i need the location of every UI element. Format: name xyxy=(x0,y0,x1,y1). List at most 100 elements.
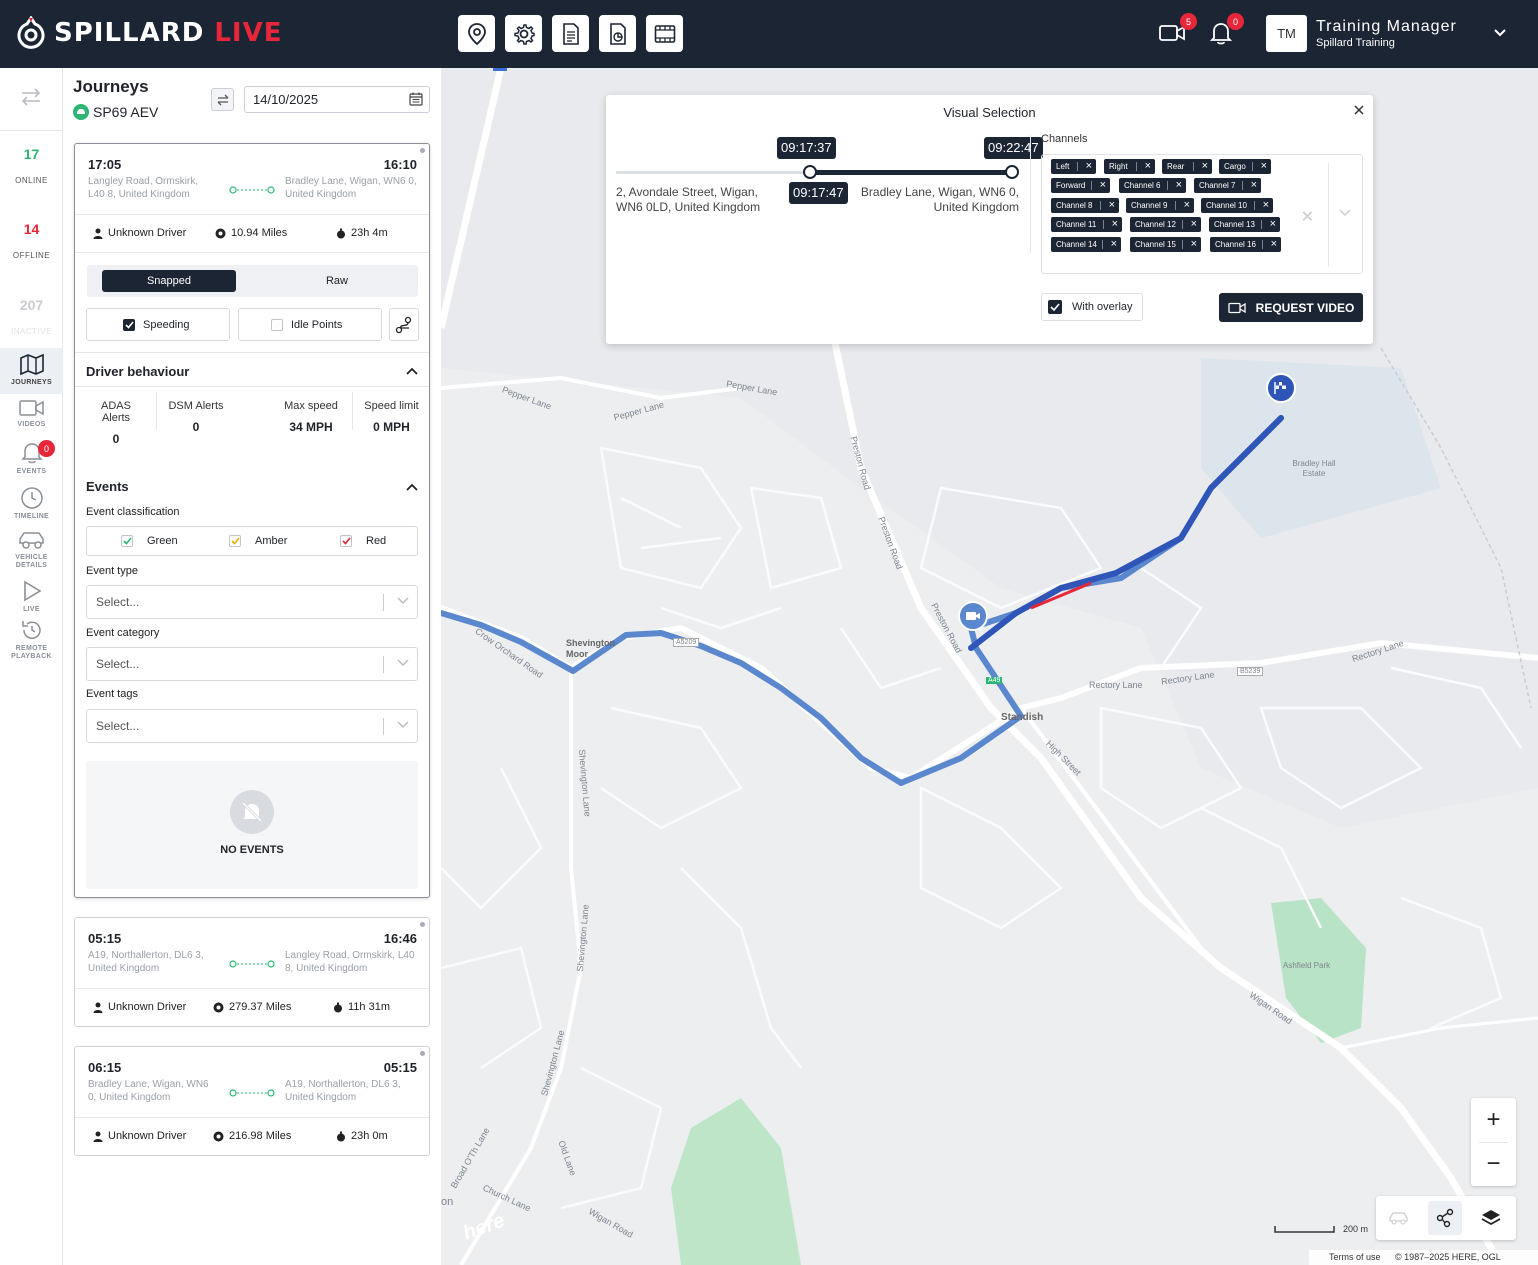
nav-live[interactable]: LIVE xyxy=(0,579,63,617)
raw-tab[interactable]: Raw xyxy=(270,270,404,292)
timeline-start-handle[interactable] xyxy=(803,165,817,179)
amber-checkbox[interactable] xyxy=(229,535,241,547)
route-view-toggle[interactable] xyxy=(1428,1201,1462,1235)
remove-chip-icon[interactable]: × xyxy=(1191,218,1197,230)
terms-of-use-link[interactable]: Terms of use xyxy=(1329,1252,1381,1262)
video-event-marker[interactable] xyxy=(958,601,988,631)
snapped-tab[interactable]: Snapped xyxy=(102,270,236,292)
film-button[interactable] xyxy=(646,15,683,52)
channel-chip[interactable]: Left × xyxy=(1051,159,1096,174)
channel-chip[interactable]: Channel 13 × xyxy=(1209,217,1280,232)
red-filter[interactable]: Red xyxy=(340,535,386,547)
channel-chip[interactable]: Right × xyxy=(1104,159,1155,174)
timeline-end-handle[interactable] xyxy=(1005,165,1019,179)
nav-remote-playback[interactable]: REMOTE PLAYBACK xyxy=(0,618,63,668)
online-count[interactable]: 17 xyxy=(0,146,63,162)
chevron-up-icon[interactable] xyxy=(405,482,419,492)
remove-chip-icon[interactable]: × xyxy=(1109,199,1115,211)
close-icon[interactable] xyxy=(1353,104,1365,116)
user-menu-chevron[interactable] xyxy=(1493,27,1507,41)
document-button[interactable] xyxy=(552,15,589,52)
report-button[interactable] xyxy=(599,15,636,52)
map-layers-button[interactable] xyxy=(1474,1201,1508,1235)
journey-card-active[interactable]: 17:05 16:10 Langley Road, Ormskirk, L40 … xyxy=(74,143,430,898)
video-notifications-button[interactable]: 5 xyxy=(1158,13,1197,47)
request-video-button[interactable]: REQUEST VIDEO xyxy=(1219,293,1363,322)
channel-chip[interactable]: Channel 12 × xyxy=(1130,217,1201,232)
avatar[interactable]: TM xyxy=(1266,15,1307,52)
logo[interactable]: SPILLARD LIVE xyxy=(16,16,282,50)
speeding-toggle[interactable]: Speeding xyxy=(86,308,230,341)
channels-multiselect[interactable]: Left × Right × Rear × Cargo × Forward × Chann… xyxy=(1041,154,1363,274)
idle-points-checkbox[interactable] xyxy=(271,318,283,331)
user-name[interactable]: Training Manager xyxy=(1316,18,1457,36)
remove-chip-icon[interactable]: × xyxy=(1112,218,1118,230)
event-tags-select[interactable]: Select... xyxy=(86,709,418,743)
date-input[interactable]: 14/10/2025 xyxy=(244,86,430,113)
remove-chip-icon[interactable]: × xyxy=(1145,160,1151,172)
swap-button[interactable] xyxy=(19,86,43,111)
event-type-select[interactable]: Select... xyxy=(86,585,418,619)
chevron-up-icon[interactable] xyxy=(405,366,419,376)
offline-count[interactable]: 14 xyxy=(0,221,63,237)
refresh-button[interactable] xyxy=(211,88,234,111)
zoom-in-button[interactable]: + xyxy=(1471,1098,1516,1142)
remove-chip-icon[interactable]: × xyxy=(1263,199,1269,211)
remove-chip-icon[interactable]: × xyxy=(1176,179,1182,191)
channel-chip[interactable]: Channel 8 × xyxy=(1051,198,1119,213)
remove-chip-icon[interactable]: × xyxy=(1100,179,1106,191)
nav-vehicle-details[interactable]: VEHICLE DETAILS xyxy=(0,529,63,577)
green-checkbox[interactable] xyxy=(121,535,133,547)
channel-chip[interactable]: Channel 6 × xyxy=(1119,178,1186,193)
zoom-out-button[interactable]: − xyxy=(1471,1142,1516,1186)
channel-chip[interactable]: Channel 7 × xyxy=(1194,178,1261,193)
channel-chip[interactable]: Channel 15 × xyxy=(1130,237,1201,252)
channel-chip[interactable]: Channel 9 × xyxy=(1126,198,1194,213)
with-overlay-checkbox[interactable] xyxy=(1048,300,1062,314)
remove-chip-icon[interactable]: × xyxy=(1191,238,1197,250)
remove-chip-icon[interactable]: × xyxy=(1184,199,1190,211)
traffic-toggle[interactable] xyxy=(1382,1201,1416,1235)
remove-chip-icon[interactable]: × xyxy=(1202,160,1208,172)
nav-timeline[interactable]: TIMELINE xyxy=(0,486,63,528)
channel-chip[interactable]: Cargo × xyxy=(1219,159,1271,174)
chevron-down-icon[interactable] xyxy=(1339,209,1351,217)
channel-chip[interactable]: Channel 16 × xyxy=(1210,237,1281,252)
settings-button[interactable] xyxy=(505,15,542,52)
driver-behaviour-title[interactable]: Driver behaviour xyxy=(86,364,189,379)
remove-chip-icon[interactable]: × xyxy=(1111,238,1117,250)
with-overlay-toggle[interactable]: With overlay xyxy=(1041,293,1143,321)
journey-start-time: 06:15 xyxy=(88,1060,122,1075)
inactive-count[interactable]: 207 xyxy=(0,297,63,313)
remove-chip-icon[interactable]: × xyxy=(1251,179,1257,191)
remove-chip-icon[interactable]: × xyxy=(1271,238,1277,250)
notifications-button[interactable]: 0 xyxy=(1209,13,1244,49)
end-flag-marker[interactable] xyxy=(1266,373,1296,403)
journey-card[interactable]: 06:15 05:15 Bradley Lane, Wigan, WN6 0, … xyxy=(74,1046,430,1156)
channel-chip[interactable]: Forward × xyxy=(1051,178,1110,193)
play-icon xyxy=(23,580,42,602)
amber-filter[interactable]: Amber xyxy=(229,535,287,547)
calendar-icon[interactable] xyxy=(409,92,423,106)
channel-chip[interactable]: Channel 11 × xyxy=(1051,217,1122,232)
channel-chip[interactable]: Channel 14 × xyxy=(1051,237,1121,252)
clear-channels-icon[interactable]: ✕ xyxy=(1301,207,1314,227)
event-category-select[interactable]: Select... xyxy=(86,647,418,681)
remove-chip-icon[interactable]: × xyxy=(1270,218,1276,230)
remove-chip-icon[interactable]: × xyxy=(1261,160,1267,172)
nav-journeys[interactable]: JOURNEYS xyxy=(0,348,63,394)
journey-card[interactable]: 05:15 16:46 A19, Northallerton, DL6 3, U… xyxy=(74,917,430,1027)
speeding-checkbox[interactable] xyxy=(123,318,135,331)
green-filter[interactable]: Green xyxy=(121,535,178,547)
red-checkbox[interactable] xyxy=(340,535,352,547)
nav-events[interactable]: 0 EVENTS xyxy=(0,440,63,483)
nav-videos[interactable]: VIDEOS xyxy=(0,398,63,438)
events-title[interactable]: Events xyxy=(86,479,129,494)
channel-chip[interactable]: Channel 10 × xyxy=(1201,198,1273,213)
map-pin-button[interactable] xyxy=(458,15,495,52)
remove-chip-icon[interactable]: × xyxy=(1086,160,1092,172)
idle-points-toggle[interactable]: Idle Points xyxy=(238,308,382,341)
channel-chip[interactable]: Rear × xyxy=(1162,159,1212,174)
route-options-button[interactable] xyxy=(389,308,419,341)
card-divider xyxy=(75,252,429,253)
